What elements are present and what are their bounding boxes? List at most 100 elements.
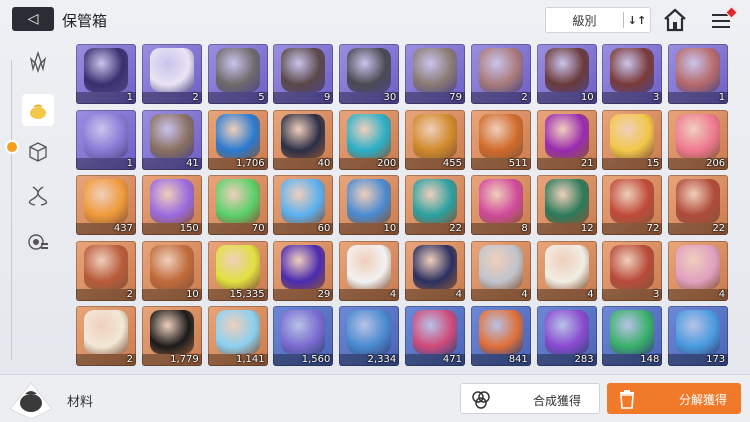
skull-icon	[412, 48, 457, 92]
book-icon	[412, 179, 457, 224]
brain-icon	[281, 48, 326, 92]
crystal-icon	[149, 179, 194, 224]
spray-gun-icon	[478, 244, 523, 289]
item-count: 1,560	[301, 354, 331, 366]
item-count: 455	[442, 157, 462, 169]
chip-icon	[281, 113, 326, 158]
inventory-slot[interactable]: 22	[668, 175, 729, 236]
inventory-slot[interactable]: 511	[470, 109, 531, 170]
ticket-icon	[281, 310, 326, 355]
item-count: 4	[521, 288, 528, 300]
inventory-slot[interactable]: 29	[273, 240, 334, 301]
inventory-slot[interactable]: 10	[141, 240, 202, 301]
inventory-slot[interactable]: 1,560	[273, 306, 334, 367]
crystal-icon	[29, 51, 47, 73]
bottom-bar: 材料 合成獲得 分解獲得	[0, 374, 750, 422]
inventory-slot[interactable]: 60	[273, 175, 334, 236]
inventory-slot[interactable]: 2	[76, 306, 136, 367]
inventory-slot[interactable]: 1,779	[141, 306, 202, 367]
inventory-slot[interactable]: 4	[470, 240, 531, 301]
inventory-slot[interactable]: 2	[141, 44, 202, 104]
menu-icon[interactable]	[708, 6, 738, 34]
item-count: 15	[646, 157, 660, 169]
inventory-slot[interactable]: 70	[207, 175, 268, 236]
inventory-slot[interactable]: 1	[668, 44, 729, 104]
home-icon[interactable]	[662, 8, 688, 32]
crystal-icon	[84, 179, 128, 224]
inventory-slot[interactable]: 841	[470, 306, 531, 367]
inventory-slot[interactable]: 79	[404, 44, 465, 104]
item-count: 29	[317, 288, 331, 300]
inventory-slot[interactable]: 206	[668, 109, 729, 170]
page-title: 保管箱	[62, 12, 108, 30]
inventory-slot[interactable]: 455	[404, 109, 465, 170]
dna-tab[interactable]	[22, 180, 54, 212]
item-count: 437	[113, 223, 133, 235]
inventory-slot[interactable]: 2	[76, 240, 136, 301]
sort-order-toggle[interactable]: ↓↑	[624, 14, 650, 27]
item-count: 21	[580, 157, 594, 169]
item-count: 150	[179, 223, 199, 235]
crystal-head-icon	[84, 113, 128, 158]
item-count: 206	[706, 157, 726, 169]
item-count: 173	[706, 354, 726, 366]
item-count: 41	[186, 157, 199, 169]
inventory-slot[interactable]: 4	[536, 240, 597, 301]
item-count: 4	[455, 288, 462, 300]
list-icon	[28, 234, 48, 250]
inventory-slot[interactable]: 21	[536, 109, 597, 170]
list-tab[interactable]	[22, 226, 54, 258]
inventory-slot[interactable]: 9	[273, 44, 334, 104]
bag-icon	[30, 104, 46, 119]
inventory-slot[interactable]: 15,335	[207, 240, 268, 301]
inventory-slot[interactable]: 3	[602, 240, 663, 301]
inventory-slot[interactable]: 2,334	[339, 306, 400, 367]
inventory-slot[interactable]: 10	[536, 44, 597, 104]
inventory-slot[interactable]: 283	[536, 306, 597, 367]
crystal-tab[interactable]	[22, 46, 54, 78]
inventory-slot[interactable]: 22	[404, 175, 465, 236]
inventory-slot[interactable]: 2	[470, 44, 531, 104]
craft-obtain-button[interactable]: 合成獲得	[460, 383, 600, 414]
back-button[interactable]: ◁	[12, 7, 54, 31]
item-count: 60	[317, 223, 331, 235]
inventory-slot[interactable]: 10	[339, 175, 400, 236]
inventory-slot[interactable]: 15	[602, 109, 663, 170]
item-count: 148	[640, 354, 660, 366]
item-count: 1	[126, 92, 133, 103]
inventory-slot[interactable]: 150	[141, 175, 202, 236]
inventory-slot[interactable]: 72	[602, 175, 663, 236]
inventory-slot[interactable]: 471	[404, 306, 465, 367]
nav-rail-line	[11, 60, 12, 360]
inventory-slot[interactable]: 30	[339, 44, 400, 104]
inventory-slot[interactable]: 3	[602, 44, 663, 104]
inventory-slot[interactable]: 8	[470, 175, 531, 236]
dismantle-obtain-button[interactable]: 分解獲得	[607, 383, 741, 414]
inventory-slot[interactable]: 4	[404, 240, 465, 301]
inventory-slot[interactable]: 12	[536, 175, 597, 236]
inventory-slot[interactable]: 1	[76, 109, 136, 170]
inventory-slot[interactable]: 5	[207, 44, 268, 104]
inventory-slot[interactable]: 1,141	[207, 306, 268, 367]
materials-tab[interactable]	[22, 94, 54, 126]
head-icon	[478, 48, 523, 92]
sparkle-icon	[215, 244, 260, 289]
inventory-slot[interactable]: 40	[273, 109, 334, 170]
dreamcatcher-icon	[610, 244, 655, 289]
inventory-slot[interactable]: 4	[339, 240, 400, 301]
inventory-slot[interactable]: 148	[602, 306, 663, 367]
inventory-slot[interactable]: 173	[668, 306, 729, 367]
inventory-slot[interactable]: 4	[668, 240, 729, 301]
item-count: 2	[192, 92, 199, 103]
sort-dropdown[interactable]: 級別 ↓↑	[545, 7, 651, 33]
item-count: 5	[258, 92, 265, 103]
inventory-slot[interactable]: 200	[339, 109, 400, 170]
pick-icon	[676, 244, 721, 289]
shard-icon	[544, 310, 589, 355]
inventory-slot[interactable]: 437	[76, 175, 136, 236]
inventory-slot[interactable]: 41	[141, 109, 202, 170]
cube-tab[interactable]	[22, 136, 54, 168]
inventory-slot[interactable]: 1	[76, 44, 136, 104]
shard-icon	[610, 310, 655, 355]
inventory-slot[interactable]: 1,706	[207, 109, 268, 170]
